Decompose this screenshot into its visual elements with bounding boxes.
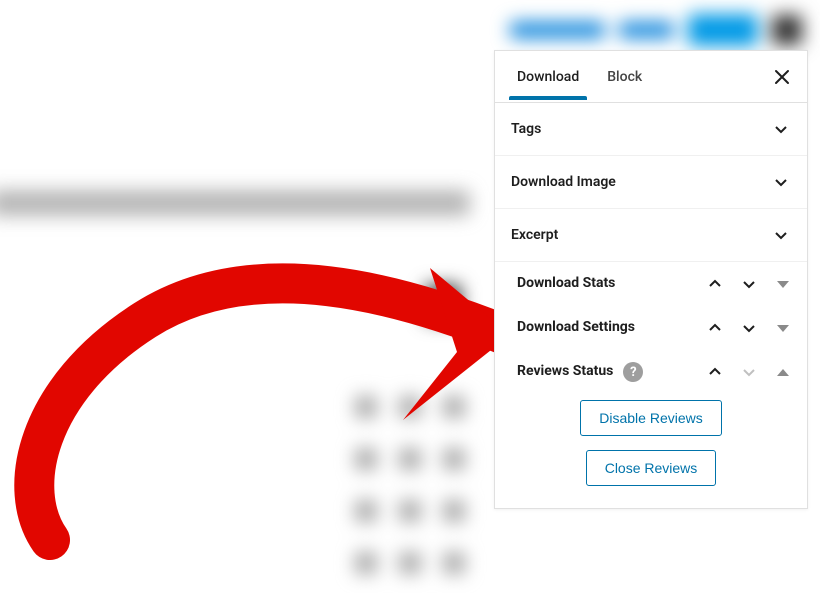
metabox-reviews-status: Reviews Status ? — [495, 350, 807, 394]
toggle-collapse-button[interactable] — [773, 362, 793, 382]
sidebar-tabs: Download Block — [495, 51, 807, 103]
panel-download-image-label: Download Image — [511, 174, 616, 190]
close-sidebar-button[interactable] — [765, 60, 799, 94]
move-down-button-disabled — [739, 362, 759, 382]
reviews-status-body: Disable Reviews Close Reviews — [495, 394, 807, 508]
disable-reviews-button[interactable]: Disable Reviews — [580, 400, 721, 436]
panel-tags[interactable]: Tags — [495, 103, 807, 155]
triangle-up-icon — [777, 369, 789, 376]
metabox-download-settings: Download Settings — [495, 306, 807, 350]
panel-excerpt[interactable]: Excerpt — [495, 209, 807, 261]
move-up-button[interactable] — [705, 362, 725, 382]
triangle-down-icon — [777, 281, 789, 288]
panel-tags-label: Tags — [511, 121, 541, 137]
panel-excerpt-label: Excerpt — [511, 227, 558, 243]
chevron-up-icon — [705, 362, 725, 382]
move-down-button[interactable] — [739, 274, 759, 294]
chevron-down-icon — [771, 119, 791, 139]
tab-block[interactable]: Block — [593, 57, 656, 102]
close-icon — [773, 68, 791, 86]
tab-download[interactable]: Download — [503, 57, 593, 102]
triangle-down-icon — [777, 325, 789, 332]
move-up-button[interactable] — [705, 274, 725, 294]
metabox-download-stats: Download Stats — [495, 262, 807, 306]
chevron-down-icon — [771, 172, 791, 192]
chevron-up-icon — [705, 318, 725, 338]
move-up-button[interactable] — [705, 318, 725, 338]
metabox-download-stats-label: Download Stats — [517, 275, 615, 293]
chevron-down-icon — [739, 318, 759, 338]
metabox-reviews-status-label: Reviews Status — [517, 363, 613, 381]
chevron-down-icon — [739, 362, 759, 382]
chevron-down-icon — [771, 225, 791, 245]
toggle-collapse-button[interactable] — [773, 274, 793, 294]
metabox-download-settings-label: Download Settings — [517, 319, 635, 337]
settings-sidebar: Download Block Tags Download Image Excer… — [494, 50, 808, 509]
chevron-up-icon — [705, 274, 725, 294]
panel-download-image[interactable]: Download Image — [495, 156, 807, 208]
help-icon[interactable]: ? — [623, 362, 643, 382]
toggle-collapse-button[interactable] — [773, 318, 793, 338]
close-reviews-button[interactable]: Close Reviews — [586, 450, 717, 486]
move-down-button[interactable] — [739, 318, 759, 338]
annotation-arrow — [5, 240, 525, 560]
chevron-down-icon — [739, 274, 759, 294]
